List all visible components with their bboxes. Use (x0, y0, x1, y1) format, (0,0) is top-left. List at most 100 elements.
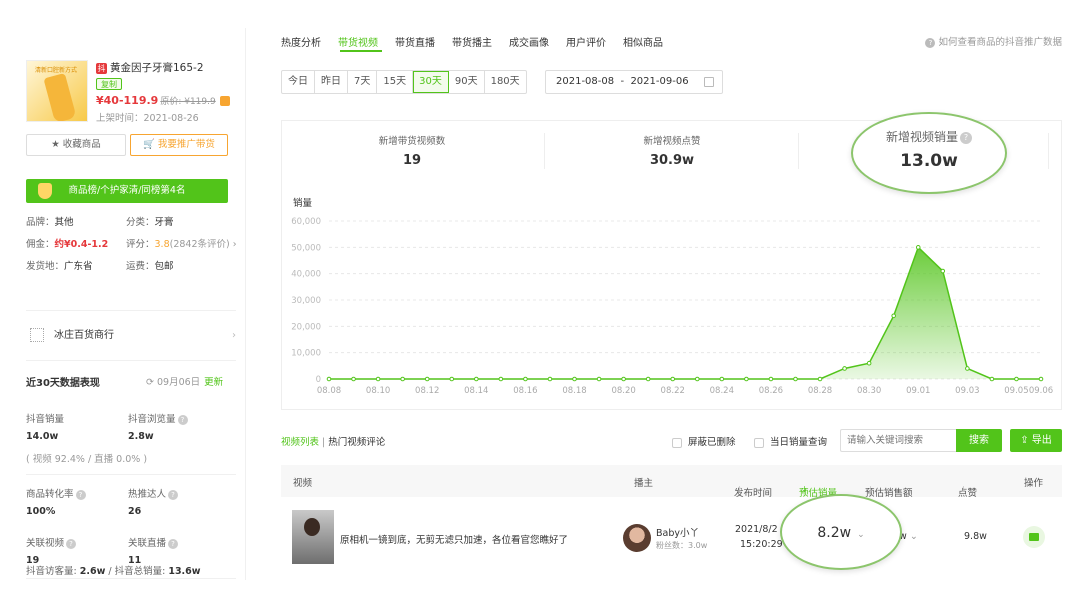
sales-area-chart: 0 10,000 20,000 30,000 40,000 50,000 60,000 08.… (291, 217, 1053, 396)
day-option-7[interactable]: 7天 (348, 71, 378, 93)
anchor-name[interactable]: Baby小丫 (656, 525, 699, 539)
original-price: 原价: ¥119.9 (160, 97, 216, 107)
data-point (326, 376, 332, 382)
x-tick-label: 08.22 (661, 386, 685, 396)
table-row[interactable]: 原相机一镜到底，无剪无滤只加速，各位看官您瞧好了 Baby小丫 粉丝数：3.0w… (281, 497, 1062, 577)
day-option-15[interactable]: 15天 (377, 71, 414, 93)
product-panel: 清新口腔新方式 抖黄金因子牙膏165-2 复制 ¥40-119.9 原价: ¥11… (8, 28, 246, 580)
search-button[interactable]: 搜索 (956, 429, 1002, 452)
commission-value: 约¥0.4-1.2 (54, 239, 109, 250)
data-point (424, 376, 430, 382)
avatar[interactable] (623, 524, 651, 552)
help-icon: ? (925, 37, 936, 48)
data-point (498, 376, 504, 382)
tab-video-list[interactable]: 视频列表 (281, 437, 319, 448)
area-fill (329, 247, 1041, 379)
date-range-picker[interactable]: 2021-08-08 - 2021-09-06 (545, 70, 723, 94)
day-option-30[interactable]: 30天 (413, 71, 449, 93)
rank-banner[interactable]: 商品榜/个护家清/同榜第4名 (26, 179, 228, 203)
y-tick-label: 20,000 (291, 322, 321, 332)
y-tick-label: 40,000 (291, 270, 321, 280)
day-option-90[interactable]: 90天 (449, 71, 485, 93)
product-image-caption: 清新口腔新方式 (35, 67, 78, 74)
keyword-search-input[interactable] (840, 429, 958, 452)
data-point (891, 313, 896, 319)
col-anchor: 播主 (634, 478, 654, 489)
share-breakdown: ( 视频 92.4% / 直播 0.0% ) (26, 454, 148, 465)
update-link[interactable]: 更新 (204, 377, 223, 388)
price-trend-icon[interactable] (219, 96, 230, 106)
rating-count[interactable]: (2842条评价) (170, 239, 230, 250)
divider (26, 578, 236, 579)
day-option-180[interactable]: 180天 (485, 71, 526, 93)
y-tick-label: 0 (316, 375, 321, 385)
tab-hot-comments[interactable]: 热门视频评论 (328, 437, 385, 448)
x-tick-label: 09.03 (955, 386, 979, 396)
perf-header: 近30天数据表现 ⟳ 09月06日 更新 (26, 377, 224, 389)
data-point (965, 366, 970, 371)
tab-similar[interactable]: 相似商品 (623, 34, 663, 50)
day-option-yesterday[interactable]: 昨日 (315, 71, 348, 93)
pub-time: 15:20:29 (740, 539, 783, 550)
data-point (817, 376, 823, 382)
y-tick-label: 60,000 (291, 217, 321, 227)
help-icon[interactable]: ? (960, 131, 972, 144)
y-tick-label: 30,000 (291, 296, 321, 306)
play-video-icon[interactable] (1023, 526, 1045, 548)
tab-videos[interactable]: 带货视频 (338, 34, 378, 50)
pub-date: 2021/8/2 (735, 524, 778, 535)
est-sales-highlight[interactable]: 8.2w ⌄ (780, 494, 902, 570)
copy-button[interactable]: 复制 (96, 78, 122, 90)
tab-live[interactable]: 带货直播 (395, 34, 435, 50)
active-tab-indicator (340, 50, 382, 52)
product-info: 品牌：其他 分类：牙膏 佣金：约¥0.4-1.2 评分：3.8(2842条评价)… (26, 217, 237, 272)
data-point (866, 360, 872, 366)
data-point (400, 376, 405, 382)
shipping-value: 包邮 (154, 261, 174, 272)
divider (26, 474, 236, 475)
x-tick-label: 08.10 (366, 386, 390, 396)
col-op: 操作 (1024, 478, 1044, 489)
day-range-selector: 今日 昨日 7天 15天 30天 90天 180天 (281, 70, 527, 94)
product-title[interactable]: 抖黄金因子牙膏165-2 (96, 60, 246, 75)
data-point (694, 376, 700, 382)
help-link[interactable]: ? 如何查看商品的抖音推广数据 (923, 34, 1062, 48)
tab-heat[interactable]: 热度分析 (281, 34, 321, 50)
checkbox-icon (754, 437, 764, 448)
help-icon[interactable]: ? (66, 538, 77, 549)
video-thumbnail[interactable] (292, 510, 334, 564)
collect-button[interactable]: ★ 收藏商品 (26, 134, 126, 156)
likes-value: 9.8w (964, 531, 987, 542)
today-sales-checkbox[interactable]: 当日销量查询 (754, 434, 827, 448)
ship-from-value: 广东省 (64, 261, 93, 272)
help-icon[interactable]: ? (177, 414, 188, 425)
y-tick-label: 10,000 (291, 349, 321, 359)
product-image[interactable]: 清新口腔新方式 (26, 60, 88, 122)
data-point (719, 376, 725, 382)
shop-logo-icon (30, 328, 44, 342)
x-tick-label: 09.05 (1004, 386, 1028, 396)
stat-videos: 关联视频? 19 (26, 535, 77, 566)
tab-anchors[interactable]: 带货播主 (452, 34, 492, 50)
stat-sales: 抖音销量 14.0w (26, 414, 65, 442)
calendar-icon (704, 77, 714, 87)
promote-button[interactable]: 🛒 我要推广带货 (130, 134, 228, 156)
category-value: 牙膏 (154, 217, 174, 228)
hide-deleted-checkbox[interactable]: 屏蔽已删除 (672, 434, 736, 448)
data-point (547, 376, 553, 382)
help-icon[interactable]: ? (168, 538, 179, 549)
x-tick-label: 08.18 (562, 386, 586, 396)
video-title[interactable]: 原相机一镜到底，无剪无滤只加速，各位看官您瞧好了 (340, 532, 568, 546)
shop-link[interactable]: 冰庄百货商行 › (26, 324, 236, 348)
export-button[interactable]: ⇪ 导出 (1010, 429, 1062, 452)
tab-reviews[interactable]: 用户评价 (566, 34, 606, 50)
help-icon[interactable]: ? (168, 489, 179, 500)
x-tick-label: 08.16 (513, 386, 537, 396)
help-icon[interactable]: ? (75, 489, 86, 500)
data-point (915, 245, 921, 250)
stat-lives: 关联直播? 11 (128, 535, 179, 566)
list-tabs: 视频列表 | 热门视频评论 (281, 437, 386, 448)
stat-views: 抖音浏览量? 2.8w (128, 411, 188, 442)
day-option-today[interactable]: 今日 (282, 71, 315, 93)
tab-buyer-profile[interactable]: 成交画像 (509, 34, 549, 50)
